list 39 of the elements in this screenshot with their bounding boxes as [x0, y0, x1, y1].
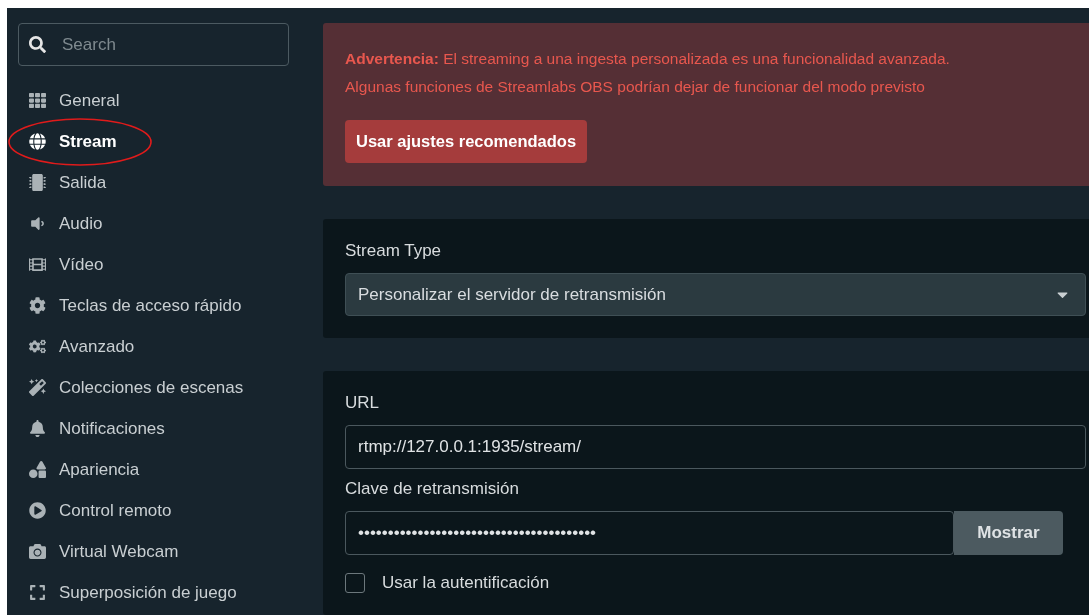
sidebar-item[interactable]: Control remoto: [18, 490, 178, 531]
sidebar-item[interactable]: Apariencia: [18, 449, 146, 490]
grid-icon: [28, 92, 46, 109]
url-field[interactable]: rtmp://127.0.0.1:1935/stream/: [345, 425, 1086, 469]
field-label: URL: [345, 393, 380, 413]
bell-icon: [28, 420, 46, 437]
warning-text: Algunas funciones de Streamlabs OBS podrían dejar de funcionar del modo previsto: [345, 77, 925, 97]
globe-icon: [28, 133, 46, 150]
search-icon: [29, 36, 46, 53]
sidebar-item[interactable]: Virtual Webcam: [18, 531, 185, 572]
sidebar-item[interactable]: General: [18, 80, 126, 121]
shapes-icon: [28, 461, 46, 478]
recommended-settings-button[interactable]: Usar ajustes recomendados: [345, 120, 588, 163]
stream-type-dropdown[interactable]: Personalizar el servidor de retransmisión: [345, 273, 1086, 316]
film-icon: [28, 256, 46, 273]
speaker-icon: [28, 215, 46, 232]
show-button[interactable]: Mostrar: [954, 511, 1063, 555]
sidebar-item[interactable]: Salida: [18, 162, 113, 203]
gears-icon: [28, 338, 46, 355]
sidebar-item[interactable]: Superposición de juego: [18, 572, 243, 613]
magic-wand-icon: [28, 379, 46, 396]
warning-text: Advertencia: El streaming a una ingesta personalizada es una funcionalidad avanzada.: [345, 49, 950, 69]
sidebar-item[interactable]: Audio: [18, 203, 109, 244]
expand-icon: [28, 584, 46, 601]
checkbox[interactable]: [345, 573, 365, 593]
field-label: Clave de retransmisión: [345, 479, 520, 499]
stream-key-field[interactable]: ••••••••••••••••••••••••••••••••••••••••: [345, 511, 954, 555]
camera-icon: [28, 543, 46, 560]
field-label: Stream Type: [345, 241, 443, 261]
checkbox-label: Usar la autentificación: [382, 573, 550, 593]
sidebar-item[interactable]: Vídeo: [18, 244, 110, 285]
play-icon: [28, 502, 46, 519]
search-field[interactable]: Search: [18, 23, 289, 66]
sidebar-item[interactable]: Avanzado: [18, 326, 141, 367]
sidebar-item[interactable]: Notificaciones: [18, 408, 171, 449]
sidebar-item[interactable]: Teclas de acceso rápido: [18, 285, 248, 326]
chip-icon: [28, 174, 46, 191]
gear-icon: [28, 297, 46, 314]
sidebar-item[interactable]: Colecciones de escenas: [18, 367, 250, 408]
